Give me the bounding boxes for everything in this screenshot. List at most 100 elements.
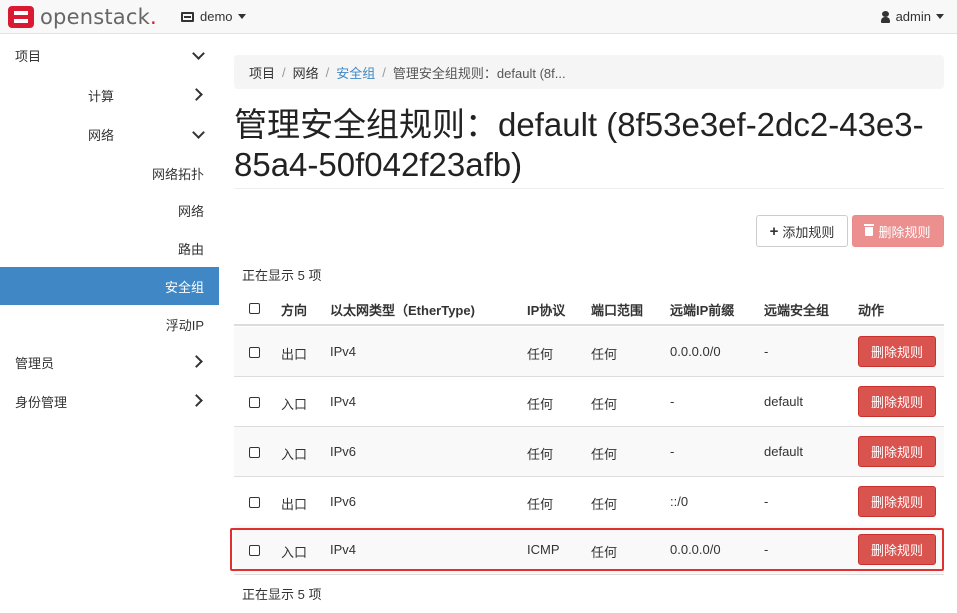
- sidebar-item-label: 路由: [177, 241, 204, 257]
- delete-rule-button[interactable]: 删除规则: [858, 534, 936, 565]
- breadcrumb-project[interactable]: 项目: [249, 63, 275, 82]
- cell-protocol: 任何: [527, 347, 554, 362]
- sidebar-item-floating-ips[interactable]: 浮动IP: [0, 305, 219, 343]
- cell-direction: 入口: [281, 447, 308, 462]
- chevron-right-icon: [190, 88, 203, 101]
- cell-port-range: 任何: [591, 545, 618, 560]
- sidebar-item-admin[interactable]: 管理员: [0, 343, 219, 381]
- cell-remote-group: -: [764, 494, 769, 509]
- page-title: 管理安全组规则：default (8f53e3ef-2dc2-43e3-85a4…: [234, 106, 924, 183]
- add-rule-label: 添加规则: [782, 224, 835, 240]
- table-row: 入口 IPv6 任何 任何 - default 删除规则: [234, 427, 944, 477]
- column-header-protocol[interactable]: IP协议: [527, 300, 565, 319]
- chevron-right-icon: [190, 355, 203, 368]
- cell-remote-ip: 0.0.0.0/0: [670, 542, 721, 557]
- delete-rule-button[interactable]: 删除规则: [858, 436, 936, 467]
- row-checkbox[interactable]: [249, 397, 260, 408]
- row-checkbox[interactable]: [249, 497, 260, 508]
- sidebar-item-routers[interactable]: 路由: [0, 229, 219, 267]
- breadcrumb-current: 管理安全组规则：default (8f...: [392, 65, 566, 81]
- cell-direction: 入口: [281, 397, 308, 412]
- cell-remote-group: -: [764, 344, 769, 359]
- cell-remote-group: -: [764, 542, 769, 557]
- sidebar-item-project[interactable]: 项目: [0, 36, 219, 74]
- item-count-bottom: 正在显示 5 项: [242, 587, 322, 602]
- cell-protocol: 任何: [527, 397, 554, 412]
- sidebar-item-network[interactable]: 网络: [0, 115, 219, 153]
- column-header-actions: 动作: [858, 303, 885, 318]
- row-checkbox[interactable]: [249, 347, 260, 358]
- user-menu[interactable]: admin: [880, 9, 944, 24]
- plus-icon: +: [769, 222, 779, 240]
- breadcrumb-separator: /: [325, 64, 330, 80]
- project-list-icon: [181, 11, 194, 22]
- chevron-down-icon: [192, 47, 205, 60]
- sidebar-item-label: 浮动IP: [165, 317, 204, 333]
- caret-down-icon: [936, 14, 944, 19]
- cell-remote-ip: 0.0.0.0/0: [670, 344, 721, 359]
- table-row: 入口 IPv4 ICMP 任何 0.0.0.0/0 - 删除规则: [234, 525, 944, 575]
- cell-remote-ip: -: [670, 444, 675, 459]
- cell-ethertype: IPv4: [330, 344, 357, 359]
- column-header-direction[interactable]: 方向: [281, 300, 307, 319]
- title-divider: [234, 188, 944, 189]
- sidebar-item-label: 安全组: [164, 279, 204, 295]
- sidebar-item-label: 网络拓扑: [151, 166, 204, 182]
- cell-direction: 出口: [281, 497, 308, 512]
- trash-icon: [864, 223, 875, 236]
- user-name: admin: [895, 9, 931, 24]
- project-switcher[interactable]: demo: [181, 9, 246, 24]
- delete-rules-button[interactable]: 删除规则: [852, 215, 944, 247]
- cell-ethertype: IPv6: [330, 444, 357, 459]
- column-header-ethertype[interactable]: 以太网类型（EtherType): [330, 300, 475, 319]
- delete-rule-button[interactable]: 删除规则: [858, 386, 936, 417]
- cell-remote-ip: -: [670, 394, 675, 409]
- sidebar-item-label: 计算: [88, 88, 115, 104]
- breadcrumb-network[interactable]: 网络: [293, 63, 319, 82]
- row-checkbox[interactable]: [249, 545, 260, 556]
- select-all-checkbox[interactable]: [249, 303, 260, 314]
- cell-remote-ip: ::/0: [670, 494, 689, 509]
- cell-port-range: 任何: [591, 397, 618, 412]
- item-count-top: 正在显示 5 项: [242, 268, 322, 283]
- sidebar: 项目 计算 网络 网络拓扑 网络 路由 安全组 浮动IP 管理员 身份管理: [0, 35, 219, 613]
- sidebar-item-label: 网络: [177, 203, 204, 219]
- sidebar-item-label: 身份管理: [15, 394, 68, 410]
- cell-ethertype: IPv6: [330, 494, 357, 509]
- cell-ethertype: IPv4: [330, 394, 357, 409]
- sidebar-item-security-groups[interactable]: 安全组: [0, 267, 219, 305]
- delete-rule-button[interactable]: 删除规则: [858, 486, 936, 517]
- cell-remote-group: default: [764, 444, 804, 459]
- sidebar-item-network-topology[interactable]: 网络拓扑: [0, 154, 219, 192]
- cell-protocol: 任何: [527, 497, 554, 512]
- cell-protocol: 任何: [527, 447, 554, 462]
- column-header-remote-ip[interactable]: 远端IP前缀: [670, 300, 734, 319]
- breadcrumb-security-groups[interactable]: 安全组: [336, 63, 375, 82]
- cell-direction: 入口: [281, 545, 308, 560]
- row-checkbox[interactable]: [249, 447, 260, 458]
- cell-ethertype: IPv4: [330, 542, 357, 557]
- cell-port-range: 任何: [591, 347, 618, 362]
- breadcrumb-separator: /: [282, 64, 286, 80]
- column-header-remote-group[interactable]: 远端安全组: [764, 300, 829, 319]
- openstack-logo-icon: [8, 6, 34, 28]
- cell-remote-group: default: [764, 394, 804, 409]
- delete-rules-label: 删除规则: [878, 224, 931, 240]
- sidebar-item-compute[interactable]: 计算: [0, 76, 219, 114]
- table-header: 方向 以太网类型（EtherType) IP协议 端口范围 远端IP前缀 远端安…: [234, 290, 944, 326]
- add-rule-button[interactable]: + 添加规则: [756, 215, 848, 247]
- delete-rule-button[interactable]: 删除规则: [858, 336, 936, 367]
- table-row: 出口 IPv6 任何 任何 ::/0 - 删除规则: [234, 477, 944, 527]
- logo-text: openstack.: [40, 5, 157, 29]
- table-row: 出口 IPv4 任何 任何 0.0.0.0/0 - 删除规则: [234, 327, 944, 377]
- column-header-port-range[interactable]: 端口范围: [591, 300, 643, 319]
- sidebar-item-networks[interactable]: 网络: [0, 191, 219, 229]
- caret-down-icon: [237, 14, 246, 19]
- project-name: demo: [200, 9, 233, 24]
- sidebar-item-identity[interactable]: 身份管理: [0, 382, 219, 420]
- breadcrumb-separator: /: [382, 64, 386, 80]
- cell-protocol: ICMP: [527, 542, 560, 557]
- top-navbar: openstack. demo admin: [0, 0, 957, 34]
- openstack-logo[interactable]: openstack.: [8, 5, 157, 29]
- cell-port-range: 任何: [591, 447, 618, 462]
